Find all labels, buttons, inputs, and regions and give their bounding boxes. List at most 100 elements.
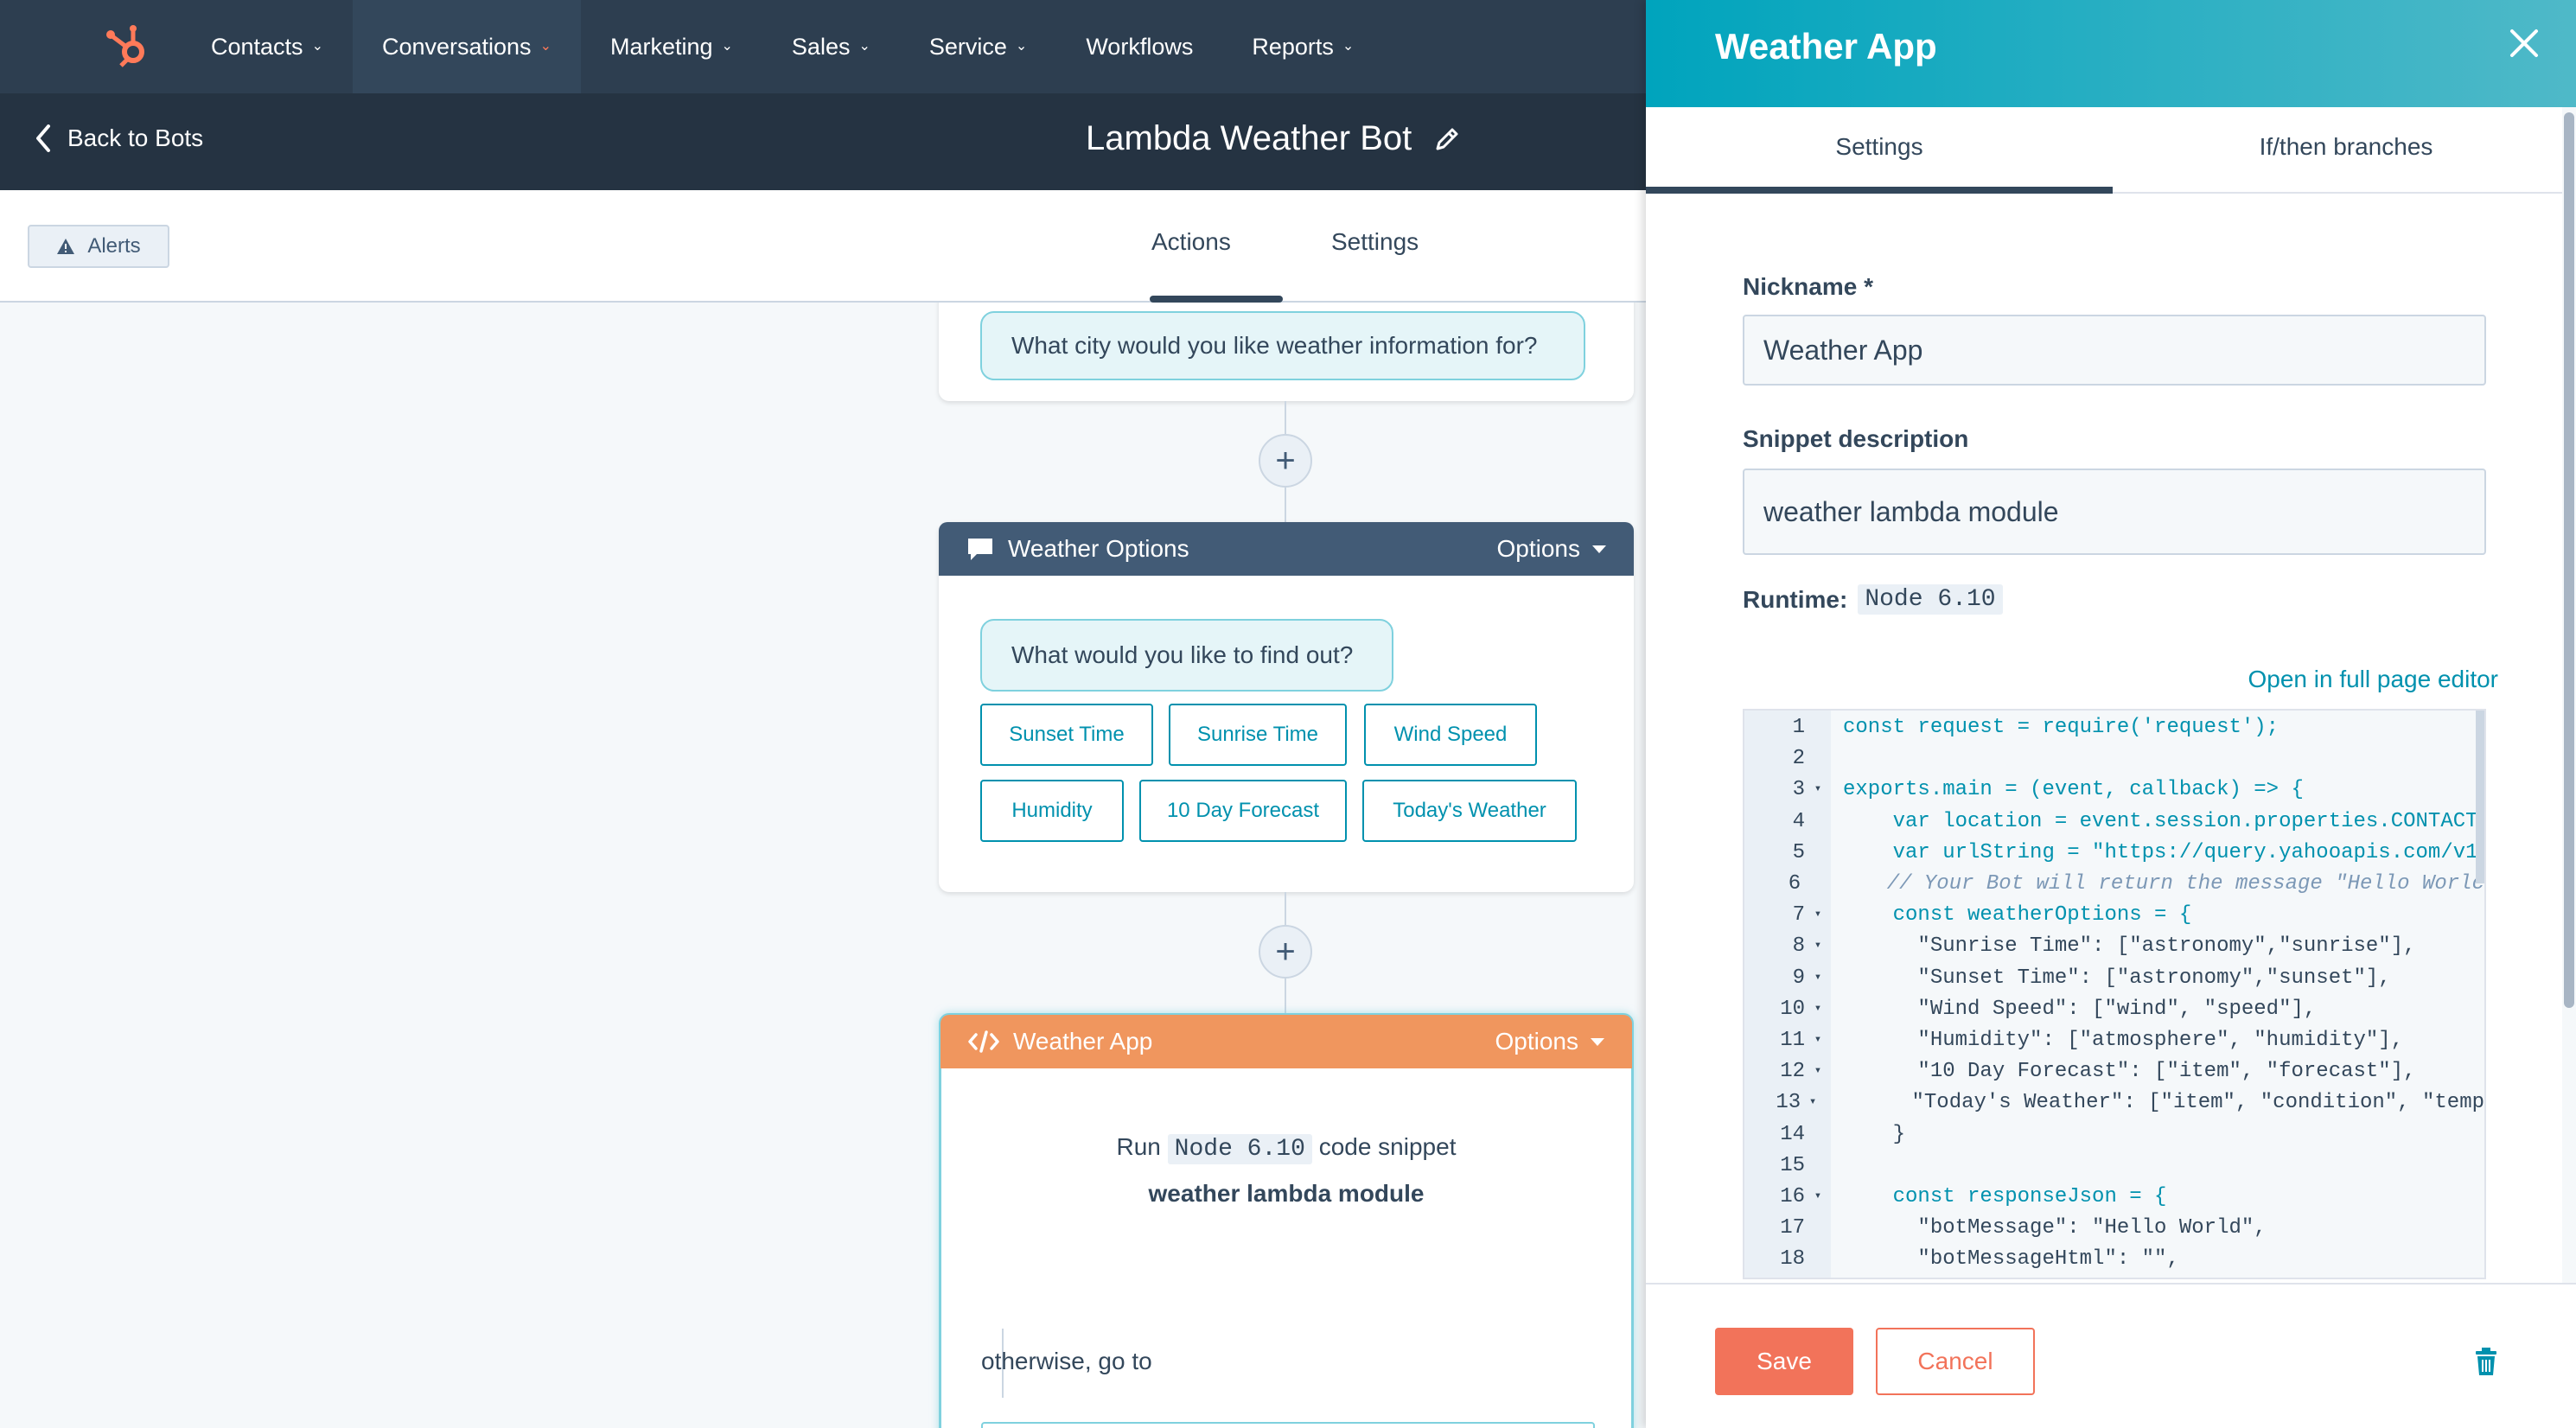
fold-caret-icon[interactable]: ▾ xyxy=(1805,1029,1831,1060)
quick-reply-sunrise-time[interactable]: Sunrise Time xyxy=(1169,704,1347,766)
quick-reply-10-day-forecast[interactable]: 10 Day Forecast xyxy=(1139,780,1347,842)
cancel-button[interactable]: Cancel xyxy=(1876,1328,2035,1395)
panel-footer: Save Cancel xyxy=(1646,1283,2576,1428)
chat-bubble-icon xyxy=(968,539,992,560)
nav-conversations[interactable]: Conversations ⌄ xyxy=(352,0,581,93)
line-number: 14 xyxy=(1780,1122,1805,1146)
fold-caret-icon[interactable]: ▾ xyxy=(1805,778,1831,809)
code-line[interactable]: 14 } xyxy=(1744,1123,2484,1154)
code-text: "Humidity": ["atmosphere", "humidity"], xyxy=(1843,1029,2404,1052)
nav-marketing[interactable]: Marketing ⌄ xyxy=(581,0,762,93)
bot-title: Lambda Weather Bot xyxy=(1086,119,1460,158)
fold-caret-icon[interactable]: ▾ xyxy=(1805,1185,1831,1216)
add-action-button[interactable]: + xyxy=(1259,925,1312,979)
question-card[interactable]: What city would you like weather informa… xyxy=(939,303,1634,401)
fold-caret-icon[interactable]: ▾ xyxy=(1805,934,1831,966)
code-line[interactable]: 1 const request = require('request'); xyxy=(1744,716,2484,747)
code-line[interactable]: 2 xyxy=(1744,747,2484,778)
line-number: 7 xyxy=(1792,903,1805,928)
code-line[interactable]: 13 ▾ "Today's Weather": ["item", "conditi… xyxy=(1744,1091,2484,1122)
code-line[interactable]: 8 ▾ "Sunrise Time": ["astronomy","sunrise… xyxy=(1744,934,2484,966)
panel-scrollbar-thumb[interactable] xyxy=(2564,112,2574,1008)
fold-caret-icon[interactable]: ▾ xyxy=(1801,1091,1825,1122)
warning-icon xyxy=(57,239,75,254)
nav-contacts[interactable]: Contacts ⌄ xyxy=(182,0,353,93)
code-line[interactable]: 9 ▾ "Sunset Time": ["astronomy","sunset"]… xyxy=(1744,966,2484,998)
code-line[interactable]: 4 var location = event.session.propertie… xyxy=(1744,810,2484,841)
line-number: 6 xyxy=(1788,872,1801,896)
code-line[interactable]: 12 ▾ "10 Day Forecast": ["item", "forecas… xyxy=(1744,1060,2484,1091)
module-name: weather lambda module xyxy=(1148,1180,1425,1207)
tab-panel-settings[interactable]: Settings xyxy=(1646,133,2113,161)
weather-options-card[interactable]: Weather Options Options What would you l… xyxy=(939,522,1634,892)
alerts-button[interactable]: Alerts xyxy=(28,225,169,268)
tab-settings[interactable]: Settings xyxy=(1331,228,1419,256)
code-line[interactable]: 17 "botMessage": "Hello World", xyxy=(1744,1216,2484,1247)
quick-reply-todays-weather[interactable]: Today's Weather xyxy=(1362,780,1577,842)
editor-scrollbar[interactable] xyxy=(2476,711,2484,883)
code-line[interactable]: 18 "botMessageHtml": "", xyxy=(1744,1247,2484,1278)
code-text: "10 Day Forecast": ["item", "forecast"], xyxy=(1843,1060,2416,1084)
close-icon[interactable] xyxy=(2507,26,2541,61)
code-editor[interactable]: 1 const request = require('request'); 2 3 ▾ e… xyxy=(1743,709,2486,1279)
bot-flow-canvas[interactable]: What city would you like weather informa… xyxy=(0,303,1646,1428)
runtime-row: Runtime: Node 6.10 xyxy=(1743,584,2003,615)
otherwise-label: otherwise, go to xyxy=(981,1348,1152,1374)
code-text: "botMessage": "Hello World", xyxy=(1843,1216,2267,1240)
options-dropdown[interactable]: Options xyxy=(1497,535,1606,563)
fold-caret-icon[interactable]: ▾ xyxy=(1805,1060,1831,1091)
tab-actions[interactable]: Actions xyxy=(1151,228,1231,256)
chevron-down-icon: ⌄ xyxy=(721,39,733,54)
goto-action-select[interactable] xyxy=(981,1422,1595,1428)
code-line[interactable]: 15 xyxy=(1744,1154,2484,1185)
nav-workflows[interactable]: Workflows xyxy=(1056,0,1222,93)
code-line[interactable]: 6 // Your Bot will return the message "H… xyxy=(1744,872,2484,903)
code-line[interactable]: 5 var urlString = "https://query.yahooap… xyxy=(1744,841,2484,872)
nickname-field[interactable]: Weather App xyxy=(1743,315,2486,386)
line-number: 12 xyxy=(1780,1060,1805,1084)
code-text: const responseJson = { xyxy=(1843,1185,2167,1208)
fold-caret-icon[interactable]: ▾ xyxy=(1805,998,1831,1029)
back-to-bots-link[interactable]: Back to Bots xyxy=(35,124,203,152)
fold-caret-icon[interactable]: ▾ xyxy=(1805,903,1831,934)
caret-down-icon xyxy=(1591,1037,1604,1046)
weather-app-card[interactable]: Weather App Options Run Node 6.10 code s… xyxy=(939,1013,1634,1428)
nav-reports[interactable]: Reports ⌄ xyxy=(1222,0,1383,93)
open-full-editor-link[interactable]: Open in full page editor xyxy=(2248,666,2498,693)
active-tab-indicator xyxy=(1150,296,1283,303)
nav-sales[interactable]: Sales ⌄ xyxy=(762,0,900,93)
code-text: const weatherOptions = { xyxy=(1843,903,2192,928)
code-line[interactable]: 7 ▾ const weatherOptions = { xyxy=(1744,903,2484,934)
panel-title: Weather App xyxy=(1715,26,1937,67)
code-text: "Sunset Time": ["astronomy","sunset"], xyxy=(1843,966,2391,990)
options-dropdown[interactable]: Options xyxy=(1495,1028,1604,1055)
pencil-icon[interactable] xyxy=(1434,126,1460,152)
quick-reply-humidity[interactable]: Humidity xyxy=(980,780,1124,842)
fold-caret-icon[interactable]: ▾ xyxy=(1805,966,1831,998)
code-line[interactable]: 3 ▾ exports.main = (event, callback) => { xyxy=(1744,778,2484,809)
hubspot-logo-icon[interactable] xyxy=(102,21,154,73)
panel-tabs: Settings If/then branches xyxy=(1646,107,2562,194)
code-line[interactable]: 11 ▾ "Humidity": ["atmosphere", "humidity… xyxy=(1744,1029,2484,1060)
line-number: 11 xyxy=(1780,1029,1805,1052)
tab-if-then-branches[interactable]: If/then branches xyxy=(2113,133,2576,161)
line-number: 1 xyxy=(1792,716,1805,739)
code-line[interactable]: 16 ▾ const responseJson = { xyxy=(1744,1185,2484,1216)
save-button[interactable]: Save xyxy=(1715,1328,1853,1395)
trash-icon[interactable] xyxy=(2474,1347,2498,1376)
add-action-button[interactable]: + xyxy=(1259,434,1312,488)
quick-reply-sunset-time[interactable]: Sunset Time xyxy=(980,704,1153,766)
snippet-description-field[interactable]: weather lambda module xyxy=(1743,469,2486,555)
top-nav: Contacts ⌄ Conversations ⌄ Marketing ⌄ Sale… xyxy=(0,0,1646,93)
chevron-down-icon: ⌄ xyxy=(858,39,870,54)
code-line[interactable]: 10 ▾ "Wind Speed": ["wind", "speed"], xyxy=(1744,998,2484,1029)
nav-service[interactable]: Service ⌄ xyxy=(900,0,1056,93)
quick-reply-wind-speed[interactable]: Wind Speed xyxy=(1364,704,1537,766)
line-number: 2 xyxy=(1792,747,1805,771)
